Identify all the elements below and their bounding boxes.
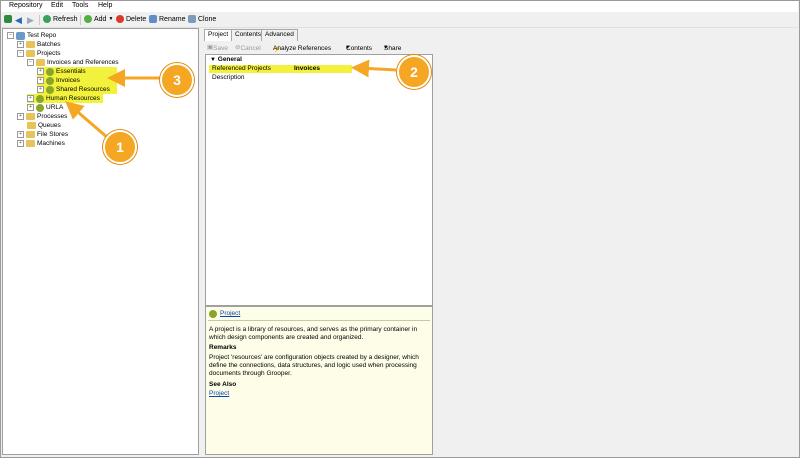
folder-icon (26, 41, 35, 48)
menu-help[interactable]: Help (98, 2, 112, 9)
tree-node-batches[interactable]: + Batches (17, 40, 61, 49)
project-icon (209, 310, 217, 318)
clone-button[interactable]: Clone (188, 15, 216, 23)
help-title-link[interactable]: Project (220, 310, 240, 318)
menu-tools[interactable]: Tools (72, 2, 88, 9)
rename-icon (149, 15, 157, 23)
contents-dropdown[interactable]: Contents ▾ (346, 43, 372, 52)
project-icon (36, 94, 44, 103)
app-icon (4, 15, 12, 23)
clone-icon (188, 15, 196, 23)
project-icon (36, 103, 44, 112)
project-icon (46, 76, 54, 85)
tree-node-queues[interactable]: Queues (27, 121, 61, 130)
back-arrow-icon[interactable]: ◀ (15, 15, 22, 26)
folder-icon (36, 59, 45, 66)
delete-button[interactable]: Delete (116, 15, 146, 23)
help-body: A project is a library of resources, and… (209, 326, 418, 341)
tree-node-urla[interactable]: + URLA (27, 103, 63, 112)
refresh-icon (43, 15, 51, 23)
save-button[interactable]: ▣ Save (207, 43, 228, 52)
folder-icon (27, 122, 36, 129)
rename-button[interactable]: Rename (149, 15, 185, 23)
menu-edit[interactable]: Edit (51, 2, 63, 9)
help-remarks-title: Remarks (209, 344, 237, 351)
share-dropdown[interactable]: Share ▾ (384, 43, 401, 52)
callout-1: 1 (103, 130, 137, 164)
tree-node-essentials[interactable]: + Essentials (37, 67, 117, 76)
add-icon (84, 15, 92, 23)
help-panel: Project A project is a library of resour… (205, 306, 433, 455)
tree-node-human-resources[interactable]: + Human Resources (27, 94, 103, 103)
folder-icon (26, 131, 35, 138)
add-button[interactable]: Add ▼ (84, 15, 113, 23)
property-row-referenced-projects[interactable]: Referenced Projects Invoices (209, 65, 352, 73)
cancel-button[interactable]: ⊘ Cancel (235, 43, 261, 52)
folder-icon (26, 140, 35, 147)
project-icon (46, 85, 54, 94)
callout-2: 2 (397, 55, 431, 89)
main-toolbar: ◀ ▶ Refresh Add ▼ Delete Rename Clone (1, 12, 798, 28)
repository-icon (16, 31, 25, 40)
tree-node-invoices[interactable]: + Invoices (37, 76, 117, 85)
help-see-also-title: See Also (209, 381, 237, 388)
refresh-button[interactable]: Refresh (43, 15, 78, 23)
help-title: Project (209, 310, 429, 318)
property-group-general[interactable]: ▼ General (210, 56, 242, 64)
empty-workspace (433, 28, 797, 455)
callout-3: 3 (160, 63, 194, 97)
help-remarks: Project 'resources' are configuration ob… (209, 354, 419, 377)
menu-bar: Repository Edit Tools Help (1, 1, 798, 12)
tree-node-invoices-and-references[interactable]: − Invoices and References (27, 58, 119, 67)
tree-node-shared-resources[interactable]: + Shared Resources (37, 85, 117, 94)
tree-node-machines[interactable]: + Machines (17, 139, 65, 148)
tree-node-processes[interactable]: + Processes (17, 112, 67, 121)
forward-arrow-icon[interactable]: ▶ (27, 15, 34, 26)
menu-repository[interactable]: Repository (9, 2, 42, 9)
folder-icon (26, 113, 35, 120)
project-toolbar: ▣ Save ⊘ Cancel ⚡ Analyze References Con… (204, 41, 432, 53)
property-grid: ▼ General Referenced Projects Invoices D… (205, 54, 433, 306)
delete-icon (116, 15, 124, 23)
help-see-also-link[interactable]: Project (209, 390, 229, 398)
folder-icon (26, 50, 35, 57)
property-row-description[interactable]: Description (212, 74, 245, 82)
tree-node-root[interactable]: − Test Repo (7, 31, 56, 40)
tree-node-file-stores[interactable]: + File Stores (17, 130, 68, 139)
tree-node-projects[interactable]: − Projects (17, 49, 60, 58)
project-icon (46, 67, 54, 76)
